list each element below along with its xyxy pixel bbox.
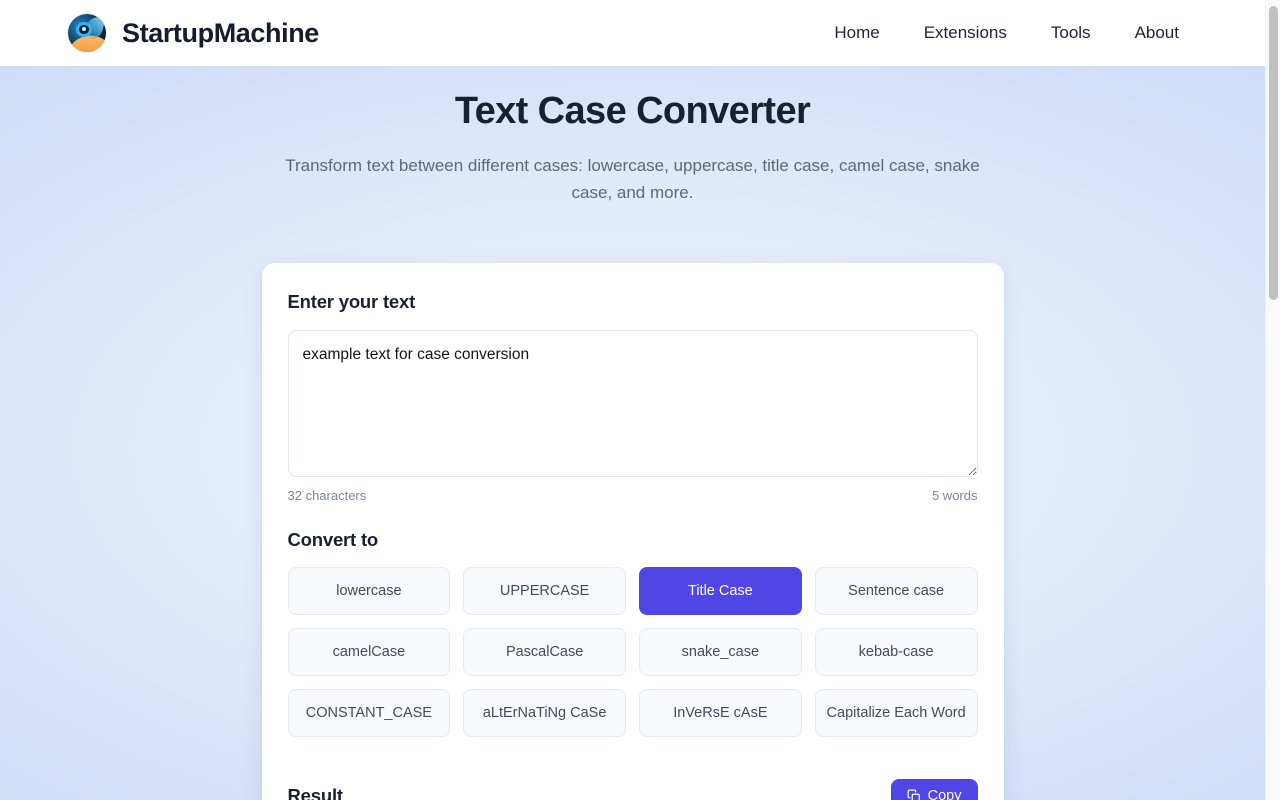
copy-button[interactable]: Copy [890, 778, 978, 800]
case-option-lowercase[interactable]: lowercase [287, 566, 451, 615]
page-title: Text Case Converter [454, 90, 811, 132]
nav-item-home[interactable]: Home [812, 13, 901, 53]
input-section-label: Enter your text [287, 290, 416, 312]
scrollbar-thumb[interactable] [1269, 6, 1278, 300]
converter-card: Enter your text 32 characters 5 words Co… [261, 262, 1004, 800]
case-option-pascal-case[interactable]: PascalCase [463, 627, 626, 676]
case-option-uppercase[interactable]: UPPERCASE [463, 566, 626, 615]
nav-item-extensions[interactable]: Extensions [902, 13, 1029, 53]
vertical-scrollbar[interactable] [1265, 0, 1280, 800]
case-option-capitalize-each-word[interactable]: Capitalize Each Word [814, 688, 978, 737]
text-input[interactable] [287, 329, 978, 477]
brand-name: StartupMachine [122, 17, 319, 48]
case-option-title-case[interactable]: Title Case [639, 566, 802, 615]
case-option-kebab-case[interactable]: kebab-case [814, 627, 978, 676]
word-count: 5 words [931, 487, 978, 503]
hero-section: Text Case Converter Transform text betwe… [0, 66, 1265, 207]
case-option-alternating-case[interactable]: aLtErNaTiNg CaSe [463, 688, 626, 737]
rocket-planet-logo-icon [68, 14, 106, 52]
case-option-sentence-case[interactable]: Sentence case [814, 566, 978, 615]
result-section-label: Result [287, 784, 344, 800]
case-option-constant-case[interactable]: CONSTANT_CASE [287, 688, 451, 737]
brand-link[interactable]: StartupMachine [68, 14, 319, 52]
nav-item-tools[interactable]: Tools [1029, 13, 1113, 53]
site-header: StartupMachine Home Extensions Tools Abo… [0, 0, 1265, 66]
case-option-camel-case[interactable]: camelCase [287, 627, 451, 676]
main-nav: Home Extensions Tools About [812, 13, 1201, 53]
browser-viewport: StartupMachine Home Extensions Tools Abo… [0, 0, 1280, 800]
input-meta-row: 32 characters 5 words [288, 488, 978, 503]
page-content: StartupMachine Home Extensions Tools Abo… [0, 0, 1265, 800]
page-body: Text Case Converter Transform text betwe… [0, 66, 1265, 800]
copy-button-label: Copy [927, 787, 962, 800]
case-option-snake-case[interactable]: snake_case [639, 627, 802, 676]
copy-icon [907, 789, 921, 800]
nav-item-about[interactable]: About [1113, 13, 1201, 53]
result-header-row: Result Copy [288, 773, 978, 800]
page-subtitle: Transform text between different cases: … [285, 155, 980, 203]
character-count: 32 characters [287, 487, 367, 503]
convert-section-label: Convert to [287, 528, 379, 550]
case-option-inverse-case[interactable]: InVeRsE cAsE [639, 688, 802, 737]
logo-ring-shape [76, 21, 92, 37]
case-options-grid: lowercase UPPERCASE Title Case Sentence … [287, 566, 978, 737]
